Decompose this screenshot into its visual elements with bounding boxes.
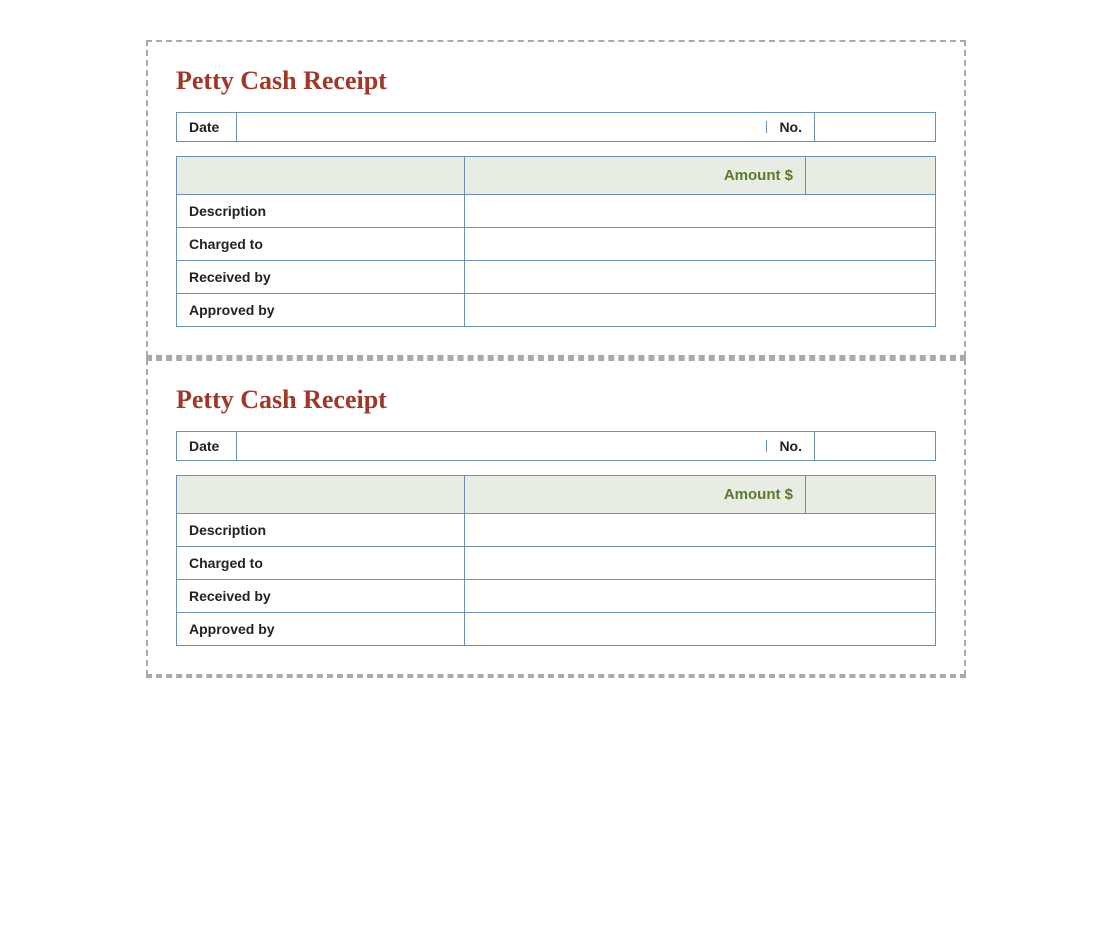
receipt-1-description-value[interactable] [465, 195, 936, 228]
table-row: Approved by [177, 613, 936, 646]
receipt-1-received-value[interactable] [465, 261, 936, 294]
table-row: Description [177, 514, 936, 547]
table-row: Received by [177, 261, 936, 294]
receipt-2-amount-label: Amount $ [465, 476, 806, 514]
receipt-2-date-input[interactable] [237, 440, 767, 452]
receipt-1-description-label: Description [177, 195, 465, 228]
receipt-1-charged-value[interactable] [465, 228, 936, 261]
receipt-2-charged-label: Charged to [177, 547, 465, 580]
table-row: Charged to [177, 547, 936, 580]
table-row: Received by [177, 580, 936, 613]
receipt-1-amount-label: Amount $ [465, 157, 806, 195]
receipt-1: Petty Cash Receipt Date No. Amount $ Des… [146, 40, 966, 357]
table-row: Approved by [177, 294, 936, 327]
receipt-2-description-label: Description [177, 514, 465, 547]
receipt-1-date-input[interactable] [237, 121, 767, 133]
receipt-1-approved-value[interactable] [465, 294, 936, 327]
receipt-2-approved-label: Approved by [177, 613, 465, 646]
receipt-2-received-label: Received by [177, 580, 465, 613]
receipt-1-date-label: Date [177, 113, 237, 141]
receipt-1-approved-label: Approved by [177, 294, 465, 327]
receipt-2-no-label: No. [767, 432, 815, 460]
receipt-1-header-right [806, 157, 936, 195]
receipt-2-charged-value[interactable] [465, 547, 936, 580]
receipt-1-header-row: Amount $ [177, 157, 936, 195]
receipt-1-no-input[interactable] [815, 121, 935, 133]
receipt-2-received-value[interactable] [465, 580, 936, 613]
receipt-2-header-left [177, 476, 465, 514]
receipt-2-table: Amount $ Description Charged to Received… [176, 475, 936, 646]
receipt-2-no-input[interactable] [815, 440, 935, 452]
receipt-2-date-row: Date No. [176, 431, 936, 461]
receipt-2-approved-value[interactable] [465, 613, 936, 646]
receipt-2-header-row: Amount $ [177, 476, 936, 514]
receipt-2-description-value[interactable] [465, 514, 936, 547]
table-row: Charged to [177, 228, 936, 261]
receipt-2-header-right [806, 476, 936, 514]
receipt-bottom-separator [146, 676, 966, 678]
receipt-1-date-row: Date No. [176, 112, 936, 142]
receipt-1-title: Petty Cash Receipt [176, 66, 936, 96]
receipt-1-charged-label: Charged to [177, 228, 465, 261]
receipt-2-title: Petty Cash Receipt [176, 385, 936, 415]
table-row: Description [177, 195, 936, 228]
receipt-1-no-label: No. [767, 113, 815, 141]
page-container: Petty Cash Receipt Date No. Amount $ Des… [20, 20, 1092, 905]
receipt-2-date-label: Date [177, 432, 237, 460]
receipt-1-table: Amount $ Description Charged to Received… [176, 156, 936, 327]
receipt-1-received-label: Received by [177, 261, 465, 294]
receipt-1-header-left [177, 157, 465, 195]
receipt-2: Petty Cash Receipt Date No. Amount $ Des… [146, 359, 966, 676]
